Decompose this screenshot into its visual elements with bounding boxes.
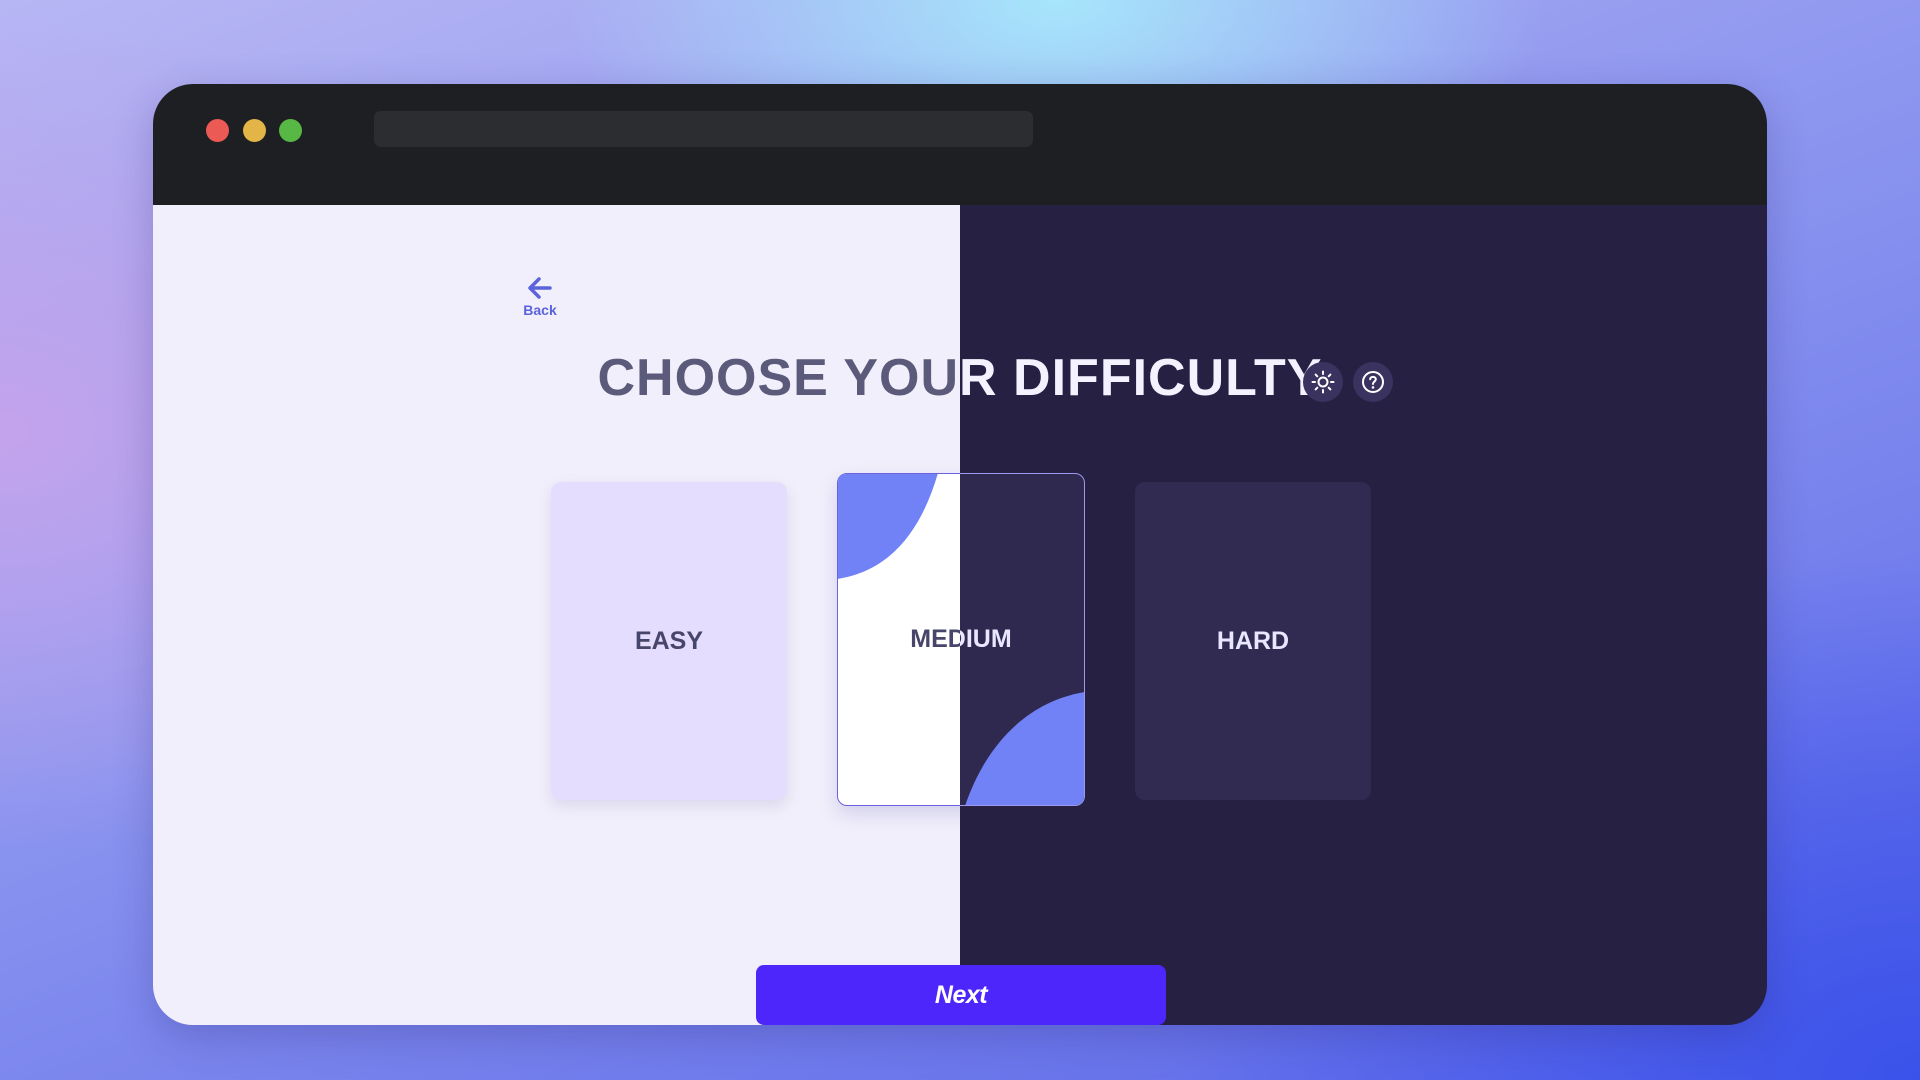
help-circle-icon [1362, 371, 1384, 393]
back-label: Back [523, 302, 557, 318]
difficulty-card-medium[interactable]: MEDIUM [960, 473, 1085, 806]
difficulty-label: EASY [634, 626, 704, 655]
close-window-button[interactable] [206, 119, 229, 142]
address-bar[interactable] [374, 111, 1033, 147]
help-button[interactable] [1353, 362, 1393, 402]
maximize-window-button[interactable] [279, 119, 302, 142]
dark-theme-preview: CHOOSE YOUR DIFFICULTY [960, 205, 1767, 1025]
decorative-blob-icon [838, 474, 938, 579]
page-title: CHOOSE YOUR DIFFICULTY [597, 349, 961, 407]
difficulty-card-easy[interactable]: EASY [551, 482, 787, 800]
difficulty-label: MEDIUM [960, 625, 1012, 653]
sun-icon [1311, 370, 1335, 394]
difficulty-label: HARD [1216, 626, 1290, 655]
browser-window: Back CHOOSE YOUR DIFFICULTY EASY MEDIUM [153, 84, 1767, 1025]
decorative-blob-icon [965, 692, 1084, 805]
app-content: Back CHOOSE YOUR DIFFICULTY EASY MEDIUM [153, 205, 1767, 1025]
back-button[interactable]: Back [510, 276, 570, 318]
difficulty-card-hard[interactable]: HARD [1135, 482, 1371, 800]
next-button[interactable]: Next [756, 965, 960, 1025]
arrow-left-icon [528, 277, 552, 299]
difficulty-card-medium[interactable]: MEDIUM [837, 473, 960, 806]
light-theme-preview: Back CHOOSE YOUR DIFFICULTY EASY MEDIUM [153, 205, 960, 1025]
minimize-window-button[interactable] [243, 119, 266, 142]
title-bar [153, 84, 1767, 205]
next-button[interactable]: Next [960, 965, 1166, 1025]
theme-toggle-button[interactable] [1303, 362, 1343, 402]
difficulty-label: MEDIUM [910, 625, 960, 653]
